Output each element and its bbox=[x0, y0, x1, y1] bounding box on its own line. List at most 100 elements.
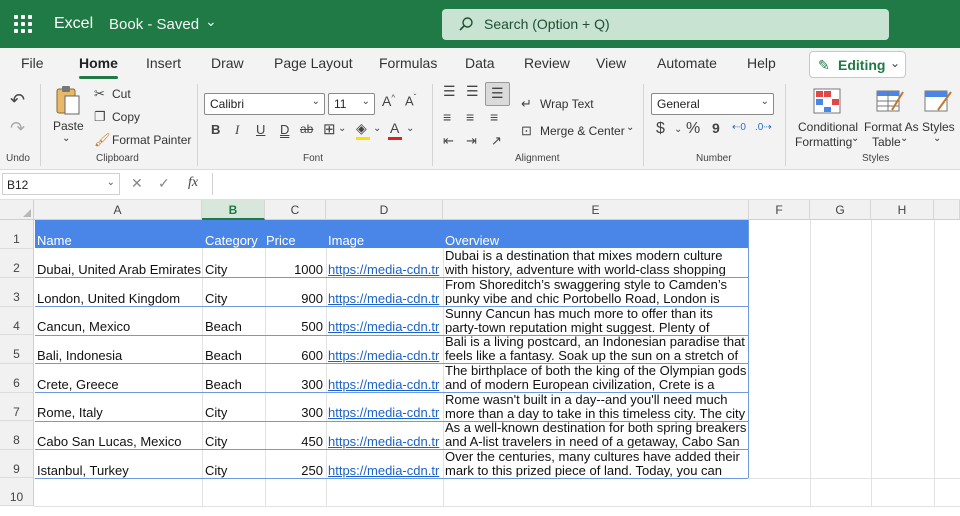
format-as-table-icon[interactable] bbox=[876, 88, 904, 114]
fill-color-icon[interactable]: ◈ bbox=[356, 120, 367, 137]
underline-icon[interactable]: U bbox=[256, 122, 265, 137]
chevron-down-icon[interactable]: ⌄ bbox=[62, 133, 70, 144]
cell-category[interactable]: Beach bbox=[205, 348, 263, 363]
number-format-select[interactable]: General ⌄ bbox=[651, 93, 774, 115]
column-header-h[interactable]: H bbox=[871, 200, 934, 220]
cell-price[interactable]: 300 bbox=[266, 405, 323, 420]
select-all-corner[interactable] bbox=[0, 200, 34, 220]
app-name[interactable]: Excel bbox=[54, 15, 93, 33]
row-header-5[interactable]: 5 bbox=[0, 335, 34, 364]
table-header-name[interactable]: Name bbox=[37, 233, 197, 248]
cell-image-link[interactable]: https://media-cdn.tr bbox=[328, 434, 443, 449]
chevron-down-icon[interactable]: ⌄ bbox=[205, 13, 217, 30]
cell-category[interactable]: Beach bbox=[205, 377, 263, 392]
cell-styles-icon[interactable] bbox=[924, 88, 952, 114]
cell-category[interactable]: City bbox=[205, 463, 263, 478]
table-header-price[interactable]: Price bbox=[266, 233, 324, 248]
tab-data[interactable]: Data bbox=[465, 55, 495, 71]
cell-image-link[interactable]: https://media-cdn.tr bbox=[328, 291, 443, 306]
table-header-category[interactable]: Category bbox=[205, 233, 263, 248]
conditional-formatting-label-1[interactable]: Conditional bbox=[798, 120, 858, 134]
tab-help[interactable]: Help bbox=[747, 55, 776, 71]
chevron-down-icon[interactable]: ⌄ bbox=[933, 133, 941, 144]
tab-draw[interactable]: Draw bbox=[211, 55, 244, 71]
formula-input[interactable] bbox=[212, 173, 958, 195]
cell-price[interactable]: 500 bbox=[266, 319, 323, 334]
font-name-select[interactable]: Calibri ⌄ bbox=[204, 93, 325, 115]
borders-icon[interactable]: ⊞ bbox=[323, 120, 336, 138]
decrease-decimal-icon[interactable]: .0⇢ bbox=[755, 122, 772, 133]
row-header-1[interactable]: 1 bbox=[0, 220, 34, 249]
app-launcher-icon[interactable] bbox=[14, 15, 32, 33]
cell-overview[interactable]: Rome wasn't built in a day--and you'll n… bbox=[445, 393, 747, 420]
cell-category[interactable]: City bbox=[205, 405, 263, 420]
chevron-down-icon[interactable]: ⌄ bbox=[900, 133, 908, 144]
conditional-formatting-label-2[interactable]: Formatting bbox=[795, 135, 852, 149]
increase-font-size-icon[interactable]: A^ bbox=[382, 93, 395, 109]
column-header-d[interactable]: D bbox=[326, 200, 443, 220]
merge-center-button[interactable]: Merge & Center bbox=[540, 124, 625, 138]
column-header-g[interactable]: G bbox=[810, 200, 871, 220]
row-header-9[interactable]: 9 bbox=[0, 450, 34, 478]
increase-decimal-icon[interactable]: ⇠0 bbox=[732, 122, 746, 133]
cell-category[interactable]: City bbox=[205, 291, 263, 306]
tab-page-layout[interactable]: Page Layout bbox=[274, 55, 353, 71]
cell-price[interactable]: 600 bbox=[266, 348, 323, 363]
cell-overview[interactable]: Sunny Cancun has much more to offer than… bbox=[445, 307, 747, 334]
cell-price[interactable]: 450 bbox=[266, 434, 323, 449]
italic-icon[interactable]: I bbox=[235, 122, 239, 138]
tab-view[interactable]: View bbox=[596, 55, 626, 71]
cell-overview[interactable]: Over the centuries, many cultures have a… bbox=[445, 450, 747, 477]
row-header-2[interactable]: 2 bbox=[0, 249, 34, 278]
table-header-overview[interactable]: Overview bbox=[445, 233, 745, 248]
row-header-8[interactable]: 8 bbox=[0, 421, 34, 450]
orientation-icon[interactable]: ↗ bbox=[491, 133, 502, 149]
font-color-icon[interactable]: A bbox=[390, 120, 399, 136]
decrease-indent-icon[interactable]: ⇤ bbox=[443, 133, 454, 149]
cell-price[interactable]: 1000 bbox=[266, 262, 323, 277]
cell-overview[interactable]: Dubai is a destination that mixes modern… bbox=[445, 249, 747, 276]
decrease-font-size-icon[interactable]: Aˇ bbox=[405, 93, 416, 108]
cell-name[interactable]: Rome, Italy bbox=[37, 405, 201, 420]
paste-button[interactable]: Paste bbox=[53, 119, 84, 133]
cell-overview[interactable]: From Shoreditch’s swaggering style to Ca… bbox=[445, 278, 747, 305]
align-bottom-button[interactable]: ☰ bbox=[485, 82, 510, 106]
column-header-next[interactable] bbox=[934, 200, 960, 220]
cell-name[interactable]: Istanbul, Turkey bbox=[37, 463, 201, 478]
comma-style-icon[interactable]: 9 bbox=[712, 120, 720, 136]
cut-button[interactable]: Cut bbox=[112, 87, 131, 101]
tab-automate[interactable]: Automate bbox=[657, 55, 717, 71]
bold-icon[interactable]: B bbox=[211, 122, 220, 137]
tab-file[interactable]: File bbox=[21, 55, 44, 71]
cell-image-link[interactable]: https://media-cdn.tr bbox=[328, 262, 443, 277]
cell-name[interactable]: Cabo San Lucas, Mexico bbox=[37, 434, 201, 449]
editing-mode-button[interactable]: ✎ Editing ⌄ bbox=[809, 51, 906, 78]
currency-icon[interactable]: $ bbox=[656, 120, 665, 138]
chevron-down-icon[interactable]: ⌄ bbox=[338, 123, 346, 134]
cell-name[interactable]: Bali, Indonesia bbox=[37, 348, 201, 363]
chevron-down-icon[interactable]: ⌄ bbox=[373, 123, 381, 134]
cell-image-link[interactable]: https://media-cdn.tr bbox=[328, 319, 443, 334]
tab-review[interactable]: Review bbox=[524, 55, 570, 71]
increase-indent-icon[interactable]: ⇥ bbox=[466, 133, 477, 149]
chevron-down-icon[interactable]: ⌄ bbox=[851, 133, 859, 144]
insert-function-icon[interactable]: fx bbox=[188, 175, 198, 191]
cell-name[interactable]: Crete, Greece bbox=[37, 377, 201, 392]
confirm-icon[interactable]: ✓ bbox=[158, 175, 170, 192]
cell-image-link[interactable]: https://media-cdn.tr bbox=[328, 463, 443, 478]
redo-icon[interactable]: ↷ bbox=[10, 118, 25, 139]
column-header-a[interactable]: A bbox=[34, 200, 202, 220]
font-size-select[interactable]: 11 ⌄ bbox=[328, 93, 375, 115]
cell-category[interactable]: Beach bbox=[205, 319, 263, 334]
chevron-down-icon[interactable]: ⌄ bbox=[406, 123, 414, 134]
table-header-image[interactable]: Image bbox=[328, 233, 440, 248]
tab-home[interactable]: Home bbox=[79, 55, 118, 79]
wrap-text-button[interactable]: Wrap Text bbox=[540, 97, 594, 111]
column-header-b[interactable]: B bbox=[202, 200, 265, 220]
align-left-icon[interactable]: ≡ bbox=[443, 109, 451, 125]
cell-image-link[interactable]: https://media-cdn.tr bbox=[328, 377, 443, 392]
cell-overview[interactable]: Bali is a living postcard, an Indonesian… bbox=[445, 335, 747, 362]
format-as-table-label-2[interactable]: Table bbox=[872, 135, 901, 149]
row-header-7[interactable]: 7 bbox=[0, 393, 34, 421]
align-middle-icon[interactable]: ☰ bbox=[466, 83, 479, 100]
